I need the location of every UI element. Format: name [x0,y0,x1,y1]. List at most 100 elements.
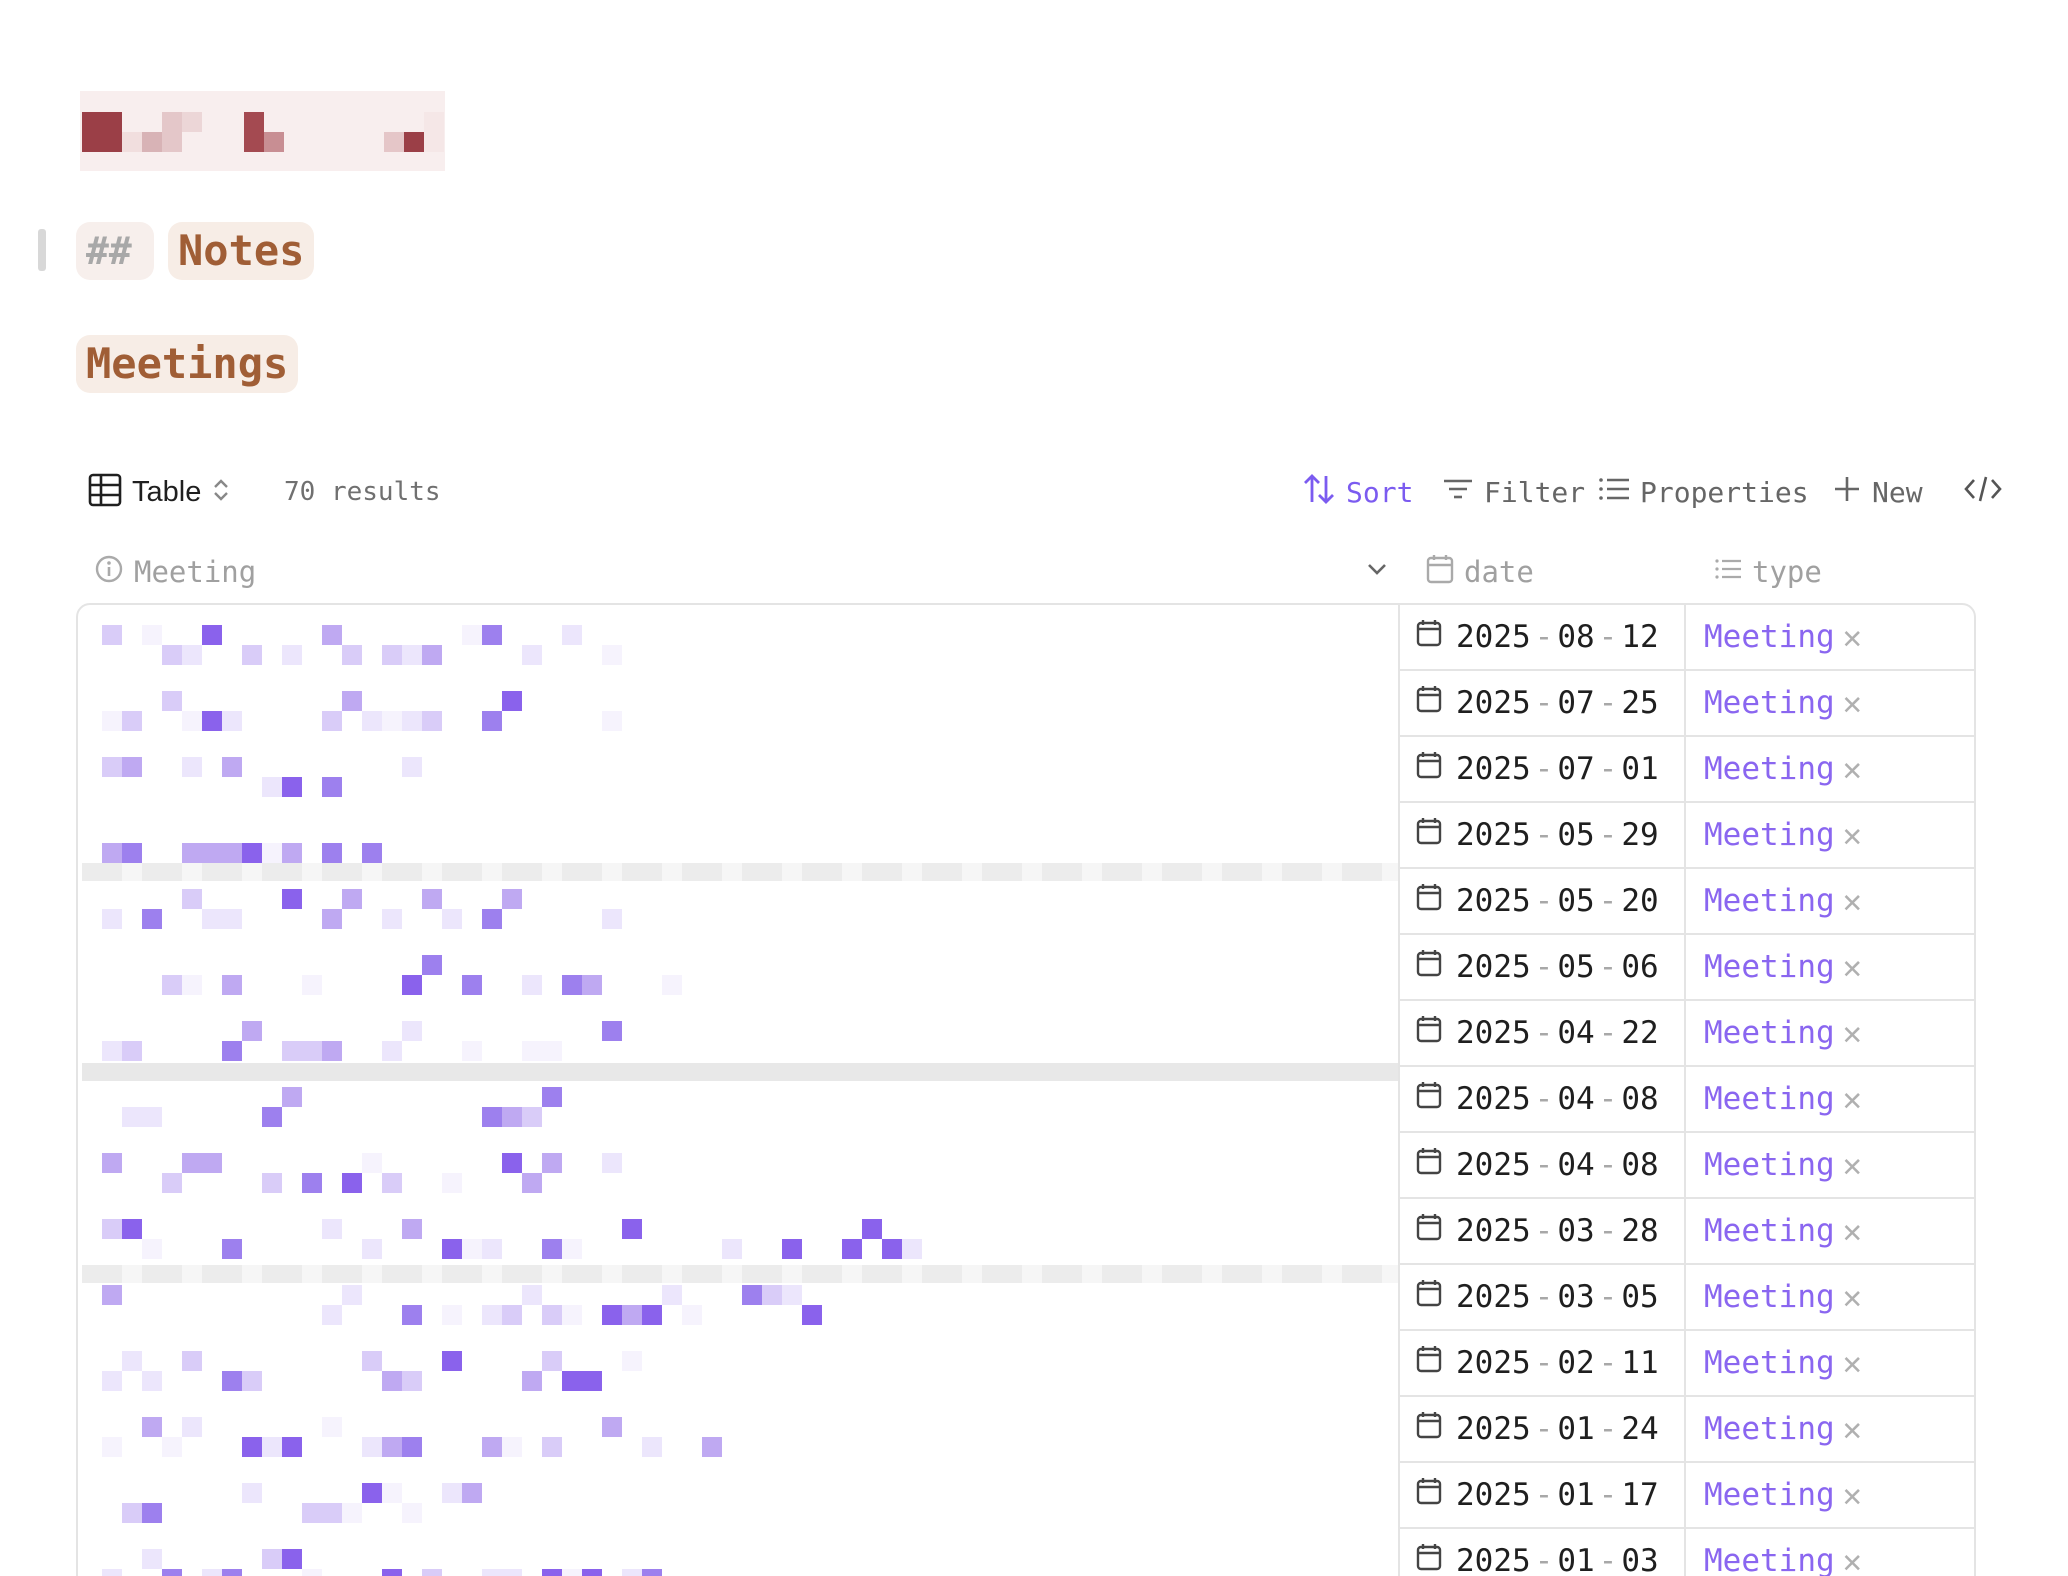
remove-tag-icon[interactable]: ✕ [1843,1212,1862,1250]
date-cell[interactable]: 2025-01-03 [1398,1529,1684,1576]
remove-tag-icon[interactable]: ✕ [1843,816,1862,854]
date-cell[interactable]: 2025-04-08 [1398,1133,1684,1197]
remove-tag-icon[interactable]: ✕ [1843,684,1862,722]
table-row[interactable]: 2025-05-20 Meeting ✕ [1398,869,1974,935]
date-cell[interactable]: 2025-03-28 [1398,1199,1684,1263]
type-cell[interactable]: Meeting ✕ [1684,1265,1974,1329]
type-cell[interactable]: Meeting ✕ [1684,605,1974,669]
type-tag[interactable]: Meeting [1704,1279,1835,1315]
remove-tag-icon[interactable]: ✕ [1843,948,1862,986]
type-tag[interactable]: Meeting [1704,1147,1835,1183]
remove-tag-icon[interactable]: ✕ [1843,618,1862,656]
date-month: 05 [1557,883,1595,919]
date-cell[interactable]: 2025-04-08 [1398,1067,1684,1131]
table-row[interactable]: 2025-08-12 Meeting ✕ [1398,605,1974,671]
remove-tag-icon[interactable]: ✕ [1843,1476,1862,1514]
date-cell[interactable]: 2025-02-11 [1398,1331,1684,1395]
table-row[interactable]: 2025-03-05 Meeting ✕ [1398,1265,1974,1331]
type-tag[interactable]: Meeting [1704,619,1835,655]
type-tag[interactable]: Meeting [1704,1411,1835,1447]
column-collapse-toggle[interactable] [1364,548,1390,596]
block-drag-handle[interactable] [38,229,46,271]
type-cell[interactable]: Meeting ✕ [1684,1199,1974,1263]
calendar-icon [1416,1213,1442,1249]
type-cell[interactable]: Meeting ✕ [1684,737,1974,801]
meetings-section-title[interactable]: Meetings [76,335,299,393]
type-tag[interactable]: Meeting [1704,1081,1835,1117]
table-row[interactable]: 2025-04-22 Meeting ✕ [1398,1001,1974,1067]
remove-tag-icon[interactable]: ✕ [1843,750,1862,788]
date-cell[interactable]: 2025-01-17 [1398,1463,1684,1527]
date-cell[interactable]: 2025-07-01 [1398,737,1684,801]
table-row[interactable]: 2025-01-17 Meeting ✕ [1398,1463,1974,1529]
date-separator: - [1534,619,1554,655]
remove-tag-icon[interactable]: ✕ [1843,1542,1862,1576]
remove-tag-icon[interactable]: ✕ [1843,1344,1862,1382]
table-row[interactable]: 2025-04-08 Meeting ✕ [1398,1133,1974,1199]
column-header-meeting[interactable]: Meeting [94,548,256,596]
type-cell[interactable]: Meeting ✕ [1684,803,1974,867]
properties-button[interactable]: Properties [1598,470,1809,514]
type-tag[interactable]: Meeting [1704,1213,1835,1249]
date-cell[interactable]: 2025-05-06 [1398,935,1684,999]
date-separator: - [1598,1081,1618,1117]
type-tag[interactable]: Meeting [1704,685,1835,721]
remove-tag-icon[interactable]: ✕ [1843,1410,1862,1448]
remove-tag-icon[interactable]: ✕ [1843,882,1862,920]
view-switcher[interactable]: Table [88,470,231,514]
date-separator: - [1598,1213,1618,1249]
type-cell[interactable]: Meeting ✕ [1684,1331,1974,1395]
new-button[interactable]: New [1832,470,1923,514]
table-row[interactable]: 2025-07-01 Meeting ✕ [1398,737,1974,803]
table-row[interactable]: 2025-01-03 Meeting ✕ [1398,1529,1974,1576]
type-tag[interactable]: Meeting [1704,883,1835,919]
table-icon [88,473,122,511]
type-tag[interactable]: Meeting [1704,1543,1835,1576]
type-tag[interactable]: Meeting [1704,1477,1835,1513]
date-cell[interactable]: 2025-01-24 [1398,1397,1684,1461]
date-day: 25 [1621,685,1659,721]
type-tag[interactable]: Meeting [1704,1345,1835,1381]
remove-tag-icon[interactable]: ✕ [1843,1278,1862,1316]
type-cell[interactable]: Meeting ✕ [1684,1067,1974,1131]
type-cell[interactable]: Meeting ✕ [1684,935,1974,999]
table-row[interactable]: 2025-04-08 Meeting ✕ [1398,1067,1974,1133]
date-cell[interactable]: 2025-04-22 [1398,1001,1684,1065]
date-cell[interactable]: 2025-05-20 [1398,869,1684,933]
type-cell[interactable]: Meeting ✕ [1684,1529,1974,1576]
code-embed-button[interactable] [1964,470,2002,514]
type-cell[interactable]: Meeting ✕ [1684,1001,1974,1065]
date-cell[interactable]: 2025-05-29 [1398,803,1684,867]
column-header-type[interactable]: type [1714,548,1822,596]
table-row[interactable]: 2025-02-11 Meeting ✕ [1398,1331,1974,1397]
remove-tag-icon[interactable]: ✕ [1843,1080,1862,1118]
view-label: Table [132,475,202,508]
date-year: 2025 [1456,883,1531,919]
type-cell[interactable]: Meeting ✕ [1684,1463,1974,1527]
type-tag[interactable]: Meeting [1704,1015,1835,1051]
type-tag[interactable]: Meeting [1704,751,1835,787]
date-year: 2025 [1456,1015,1531,1051]
type-cell[interactable]: Meeting ✕ [1684,1397,1974,1461]
notes-heading[interactable]: Notes [168,222,315,280]
table-row[interactable]: 2025-07-25 Meeting ✕ [1398,671,1974,737]
date-cell[interactable]: 2025-07-25 [1398,671,1684,735]
type-tag[interactable]: Meeting [1704,949,1835,985]
table-row[interactable]: 2025-05-06 Meeting ✕ [1398,935,1974,1001]
type-cell[interactable]: Meeting ✕ [1684,869,1974,933]
type-cell[interactable]: Meeting ✕ [1684,1133,1974,1197]
row-divider [82,1265,1398,1283]
date-cell[interactable]: 2025-03-05 [1398,1265,1684,1329]
sort-button[interactable]: Sort [1302,470,1413,514]
type-cell[interactable]: Meeting ✕ [1684,671,1974,735]
column-header-date[interactable]: date [1426,548,1534,596]
remove-tag-icon[interactable]: ✕ [1843,1014,1862,1052]
date-month: 01 [1557,1543,1595,1576]
remove-tag-icon[interactable]: ✕ [1843,1146,1862,1184]
table-row[interactable]: 2025-05-29 Meeting ✕ [1398,803,1974,869]
filter-button[interactable]: Filter [1442,470,1585,514]
table-row[interactable]: 2025-01-24 Meeting ✕ [1398,1397,1974,1463]
date-cell[interactable]: 2025-08-12 [1398,605,1684,669]
type-tag[interactable]: Meeting [1704,817,1835,853]
table-row[interactable]: 2025-03-28 Meeting ✕ [1398,1199,1974,1265]
